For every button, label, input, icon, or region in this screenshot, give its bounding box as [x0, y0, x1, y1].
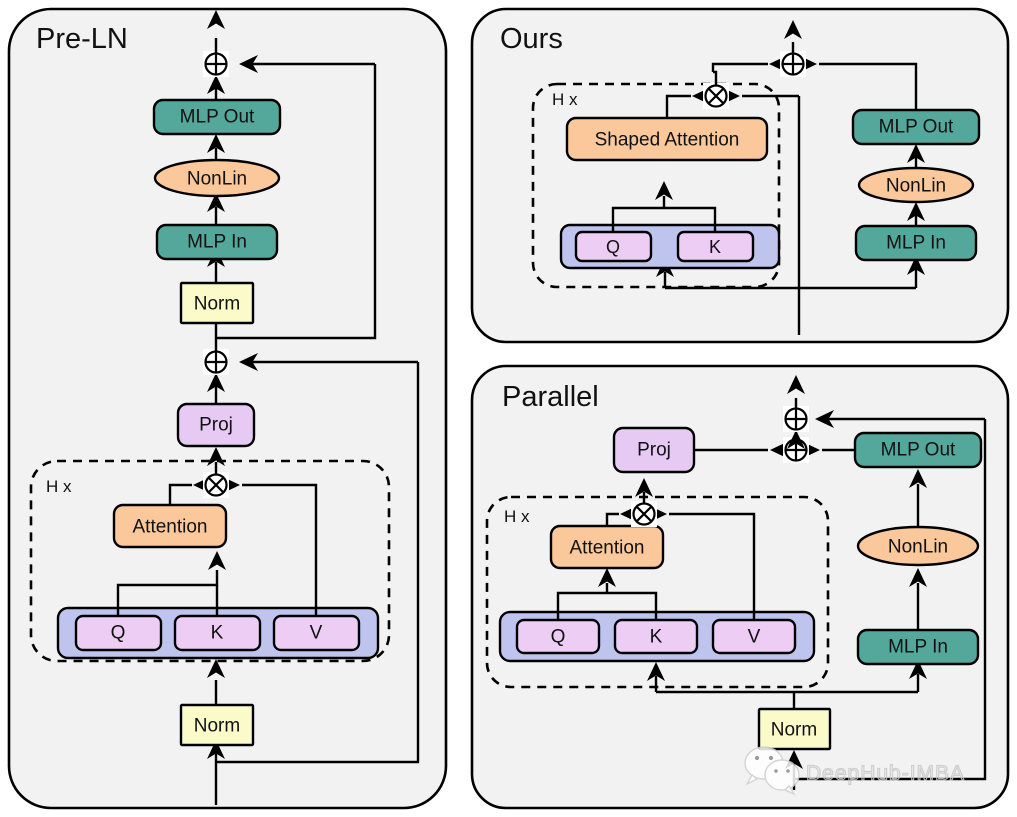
group-ours-heads-label: H x	[552, 90, 578, 109]
node-ours-q-label: Q	[606, 237, 620, 257]
panel-ours: Ours H x Q K Shaped Attention MLP Out No…	[470, 7, 1010, 344]
node-ours-k-label: K	[709, 237, 721, 257]
node-ours-mlp-in-label: MLP In	[886, 233, 946, 254]
diagram-canvas: Pre-LN Norm H x Q K V Attention Proj Nor…	[0, 0, 1017, 817]
node-parallel-mlp-out-label: MLP Out	[881, 440, 956, 461]
node-pre-ln-mlp-out-label: MLP Out	[180, 107, 255, 128]
node-pre-ln-v-label: V	[310, 623, 323, 644]
node-pre-ln-norm-mlp-label: Norm	[194, 294, 240, 315]
node-parallel-mlp-in-label: MLP In	[888, 637, 948, 658]
operator-parallel-multiply	[631, 501, 657, 527]
node-pre-ln-norm-attn-label: Norm	[194, 716, 240, 737]
node-parallel-v-label: V	[748, 627, 761, 648]
node-ours-shaped-attention-label: Shaped Attention	[595, 130, 740, 151]
group-parallel-heads-label: H x	[504, 507, 530, 526]
node-pre-ln-q-label: Q	[111, 623, 126, 644]
operator-ours-multiply	[703, 83, 729, 109]
node-parallel-norm-label: Norm	[771, 720, 817, 741]
operator-pre-ln-add-lower	[203, 349, 229, 375]
node-parallel-attention-label: Attention	[570, 538, 645, 559]
node-pre-ln-attention-label: Attention	[133, 517, 208, 538]
node-parallel-proj-label: Proj	[637, 440, 671, 461]
panel-pre-ln-title: Pre-LN	[36, 23, 128, 55]
panel-pre-ln: Pre-LN Norm H x Q K V Attention Proj Nor…	[7, 7, 448, 810]
node-ours-nonlin-label: NonLin	[886, 176, 946, 197]
node-parallel-q-label: Q	[551, 627, 566, 648]
operator-pre-ln-multiply	[203, 472, 229, 498]
architecture-diagram: Pre-LN Norm H x Q K V Attention Proj Nor…	[7, 7, 1010, 810]
operator-ours-add	[780, 51, 806, 77]
group-pre-ln-heads-label: H x	[46, 477, 72, 496]
node-parallel-nonlin-label: NonLin	[888, 537, 948, 558]
node-ours-mlp-out-label: MLP Out	[879, 117, 954, 138]
node-pre-ln-proj-label: Proj	[199, 415, 233, 436]
node-pre-ln-k-label: K	[211, 623, 224, 644]
node-pre-ln-mlp-in-label: MLP In	[187, 232, 247, 253]
panel-parallel: Parallel Norm H x Q K V Attention Proj M…	[470, 364, 1010, 810]
operator-parallel-add-upper	[783, 406, 809, 432]
panel-parallel-title: Parallel	[502, 381, 599, 413]
node-pre-ln-nonlin-label: NonLin	[187, 169, 247, 190]
node-parallel-k-label: K	[650, 627, 663, 648]
watermark-label: DeepHub-IMBA	[806, 762, 965, 785]
panel-ours-title: Ours	[500, 23, 563, 55]
operator-pre-ln-add-upper	[203, 51, 229, 77]
